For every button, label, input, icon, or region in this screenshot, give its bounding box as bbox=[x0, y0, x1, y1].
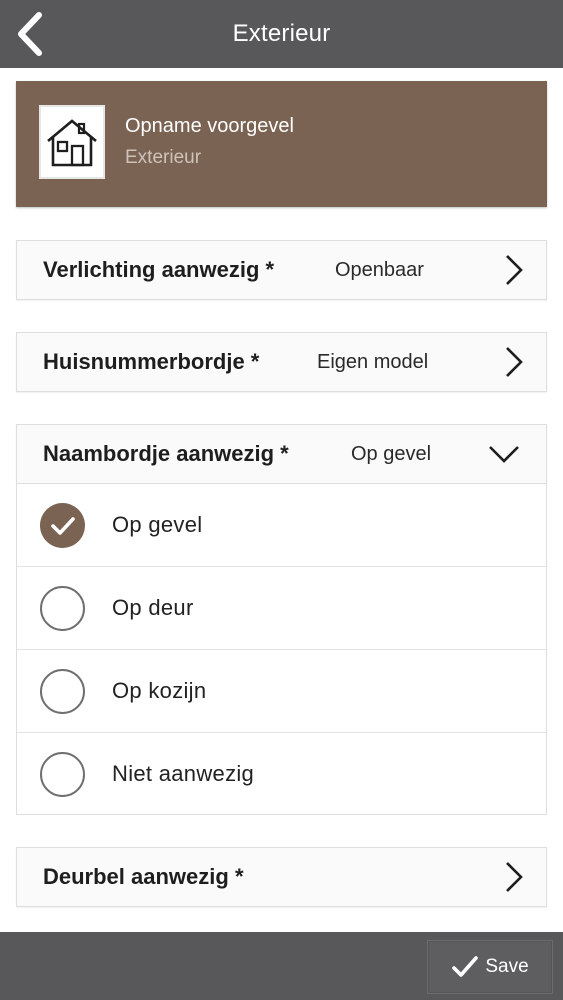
row-verlichting-aanwezig[interactable]: Verlichting aanwezig * Openbaar bbox=[16, 240, 547, 300]
house-icon bbox=[47, 119, 97, 167]
top-app-bar: Exterieur bbox=[0, 0, 563, 68]
chevron-right-icon bbox=[504, 333, 524, 391]
house-tile bbox=[39, 105, 105, 179]
row-label: Naambordje aanwezig * bbox=[43, 441, 289, 466]
option-op-gevel[interactable]: Op gevel bbox=[17, 483, 546, 566]
checkmark-icon bbox=[50, 516, 75, 535]
option-op-kozijn[interactable]: Op kozijn bbox=[17, 649, 546, 732]
row-value: Eigen model bbox=[317, 350, 429, 373]
chevron-left-icon bbox=[18, 12, 42, 56]
chevron-right-icon bbox=[504, 241, 524, 299]
row-value: Op gevel bbox=[351, 442, 432, 465]
page-title: Exterieur bbox=[232, 20, 331, 47]
row-naambordje-aanwezig[interactable]: Naambordje aanwezig * Op gevel bbox=[16, 424, 547, 484]
chevron-right-icon bbox=[504, 848, 524, 906]
section-header-card: Opname voorgevel Exterieur bbox=[16, 81, 547, 207]
radio-unchecked[interactable] bbox=[40, 586, 85, 631]
radio-unchecked[interactable] bbox=[40, 752, 85, 797]
back-button[interactable] bbox=[6, 6, 54, 62]
option-label: Op gevel bbox=[112, 512, 203, 537]
bottom-action-bar: Save bbox=[0, 932, 563, 1000]
naambordje-options-list: Op gevel Op deur Op kozijn Niet aanwezig bbox=[16, 483, 547, 815]
radio-checked[interactable] bbox=[40, 503, 85, 548]
checkmark-icon bbox=[452, 956, 479, 977]
option-label: Op deur bbox=[112, 595, 194, 620]
header-title: Opname voorgevel bbox=[125, 115, 294, 137]
header-subtitle: Exterieur bbox=[125, 147, 202, 168]
radio-unchecked[interactable] bbox=[40, 669, 85, 714]
option-op-deur[interactable]: Op deur bbox=[17, 566, 546, 649]
row-huisnummerbordje[interactable]: Huisnummerbordje * Eigen model bbox=[16, 332, 547, 392]
row-label: Huisnummerbordje * bbox=[43, 349, 260, 374]
row-value: Openbaar bbox=[335, 258, 424, 281]
chevron-down-icon bbox=[488, 425, 520, 483]
row-label: Verlichting aanwezig * bbox=[43, 257, 275, 282]
option-label: Op kozijn bbox=[112, 678, 207, 703]
option-niet-aanwezig[interactable]: Niet aanwezig bbox=[17, 732, 546, 815]
row-deurbel-aanwezig[interactable]: Deurbel aanwezig * bbox=[16, 847, 547, 907]
option-label: Niet aanwezig bbox=[112, 761, 255, 786]
row-label: Deurbel aanwezig * bbox=[43, 864, 244, 889]
save-button[interactable]: Save bbox=[427, 940, 553, 994]
save-label: Save bbox=[485, 956, 529, 977]
